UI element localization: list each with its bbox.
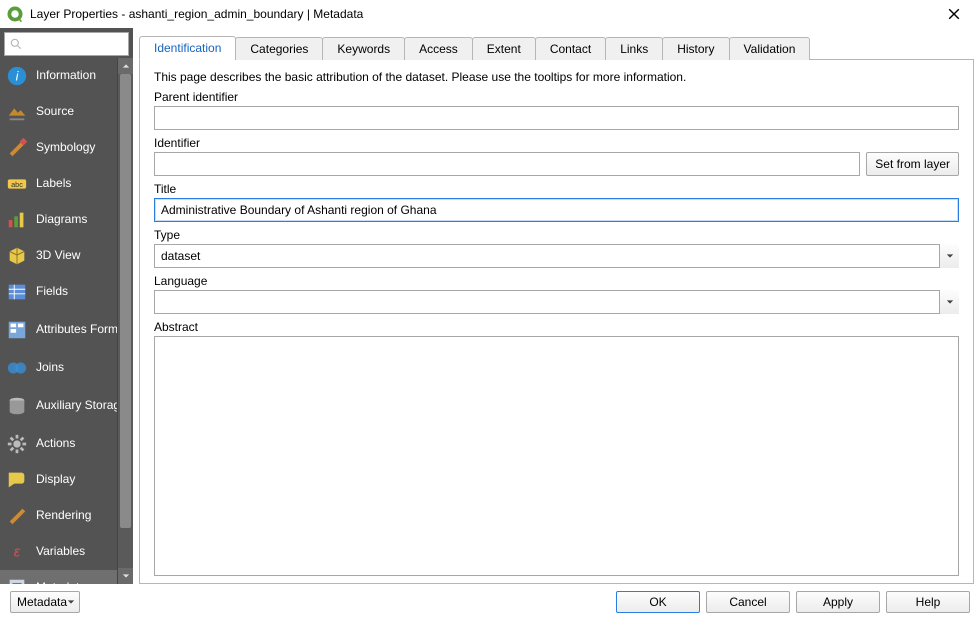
svg-text:ε: ε [14,545,21,561]
tabbar: Identification Categories Keywords Acces… [139,34,974,60]
search-icon [9,37,23,51]
form-icon [6,319,28,341]
type-combo[interactable] [154,244,959,268]
style-menu[interactable]: Metadata [10,591,80,613]
tab-identification[interactable]: Identification [139,36,236,60]
sidebar-item-source[interactable]: Source [0,94,133,130]
scroll-up-button[interactable] [118,58,133,74]
app-icon [6,5,24,23]
parent-identifier-input[interactable] [154,106,959,130]
sidebar-item-label: 3D View [36,249,80,262]
identification-page: This page describes the basic attributio… [139,60,974,584]
metadata-icon [6,577,28,584]
sidebar-search[interactable] [4,32,129,56]
abstract-textarea[interactable] [154,336,959,576]
sidebar-item-auxiliary-storage[interactable]: Auxiliary Storage [0,386,133,426]
sidebar-item-label: Fields [36,285,68,298]
title-input[interactable] [154,198,959,222]
identifier-label: Identifier [154,136,959,150]
sidebar-item-diagrams[interactable]: Diagrams [0,202,133,238]
cancel-button[interactable]: Cancel [706,591,790,613]
tab-categories[interactable]: Categories [235,37,323,60]
apply-button[interactable]: Apply [796,591,880,613]
tab-contact[interactable]: Contact [535,37,606,60]
parent-identifier-label: Parent identifier [154,90,959,104]
tab-links[interactable]: Links [605,37,663,60]
title-label: Title [154,182,959,196]
chevron-down-icon[interactable] [939,244,959,268]
sidebar-item-variables[interactable]: ε Variables [0,534,133,570]
sidebar-item-label: Rendering [36,509,91,522]
help-button[interactable]: Help [886,591,970,613]
info-icon: i [6,65,28,87]
sidebar-item-joins[interactable]: Joins [0,350,133,386]
sidebar-item-labels[interactable]: abc Labels [0,166,133,202]
tab-access[interactable]: Access [404,37,473,60]
sidebar-item-label: Metadata [36,581,86,584]
sidebar-item-label: Labels [36,177,71,190]
sidebar-list: i Information Source Symbology abc Label… [0,58,133,584]
sidebar-item-label: Information [36,69,96,82]
tab-extent[interactable]: Extent [472,37,536,60]
sidebar-item-label: Diagrams [36,213,87,226]
scroll-down-button[interactable] [118,568,133,584]
tab-history[interactable]: History [662,37,729,60]
rendering-icon [6,505,28,527]
gear-icon [6,433,28,455]
tab-keywords[interactable]: Keywords [322,37,405,60]
source-icon [6,101,28,123]
sidebar: i Information Source Symbology abc Label… [0,28,133,584]
language-combo[interactable] [154,290,959,314]
sidebar-item-label: Display [36,473,75,486]
language-label: Language [154,274,959,288]
type-label: Type [154,228,959,242]
chevron-down-icon [67,595,75,609]
display-icon [6,469,28,491]
storage-icon [6,395,28,417]
sidebar-item-label: Variables [36,545,85,558]
content-pane: Identification Categories Keywords Acces… [133,28,980,584]
sidebar-item-information[interactable]: i Information [0,58,133,94]
svg-text:abc: abc [11,180,23,189]
sidebar-item-attributes-form[interactable]: Attributes Form [0,310,133,350]
style-menu-label: Metadata [17,595,67,609]
page-description: This page describes the basic attributio… [154,70,959,84]
sidebar-item-label: Source [36,105,74,118]
sidebar-item-label: Auxiliary Storage [36,399,127,412]
sidebar-item-3dview[interactable]: 3D View [0,238,133,274]
scroll-thumb[interactable] [120,74,131,528]
sidebar-item-fields[interactable]: Fields [0,274,133,310]
sidebar-item-label: Joins [36,361,64,374]
dialog-footer: Metadata OK Cancel Apply Help [0,584,980,620]
sidebar-item-label: Actions [36,437,75,450]
window-title: Layer Properties - ashanti_region_admin_… [30,7,934,21]
sidebar-item-label: Attributes Form [36,323,118,336]
sidebar-item-rendering[interactable]: Rendering [0,498,133,534]
sidebar-item-symbology[interactable]: Symbology [0,130,133,166]
set-from-layer-button[interactable]: Set from layer [866,152,959,176]
ok-button[interactable]: OK [616,591,700,613]
symbology-icon [6,137,28,159]
joins-icon [6,357,28,379]
chevron-down-icon[interactable] [939,290,959,314]
tab-validation[interactable]: Validation [729,37,811,60]
sidebar-scrollbar[interactable] [117,58,133,584]
diagrams-icon [6,209,28,231]
sidebar-item-metadata[interactable]: Metadata [0,570,133,584]
identifier-input[interactable] [154,152,860,176]
close-button[interactable] [934,0,974,28]
cube-icon [6,245,28,267]
sidebar-item-display[interactable]: Display [0,462,133,498]
fields-icon [6,281,28,303]
sidebar-item-actions[interactable]: Actions [0,426,133,462]
labels-icon: abc [6,173,28,195]
variables-icon: ε [6,541,28,563]
scroll-track[interactable] [118,74,133,568]
abstract-label: Abstract [154,320,959,334]
titlebar: Layer Properties - ashanti_region_admin_… [0,0,980,28]
sidebar-item-label: Symbology [36,141,95,154]
